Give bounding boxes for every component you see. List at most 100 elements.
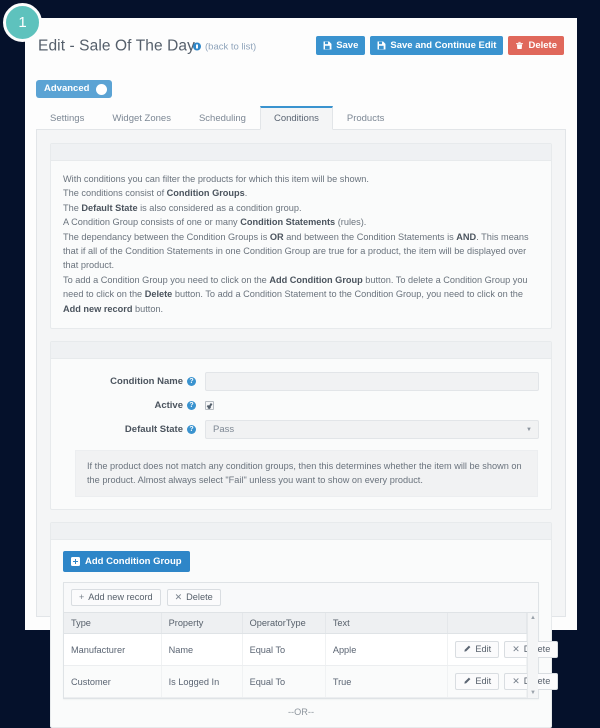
grid-delete-button[interactable]: ✕ Delete: [166, 589, 221, 607]
pencil-icon: [463, 677, 471, 687]
condition-form-panel: Condition Name ? Active ? Default State …: [50, 341, 552, 511]
grid-delete-label: Delete: [186, 591, 213, 602]
tab-products[interactable]: Products: [333, 106, 399, 130]
condition-group-panel-body: Add Condition Group + Add new record ✕ D…: [51, 540, 559, 727]
cell-property: Is Logged In: [161, 665, 243, 699]
cell-type: Customer: [64, 665, 162, 699]
cell-actions: Edit ✕ Delete: [447, 633, 559, 667]
row-edit-label: Edit: [475, 643, 492, 654]
form-row-default-state: Default State ? Pass ▼: [63, 420, 539, 440]
default-state-label: Default State ?: [63, 424, 205, 435]
row-edit-label: Edit: [475, 675, 492, 686]
cell-operatortype: Equal To: [242, 665, 326, 699]
table-row: Customer Is Logged In Equal To True Edit…: [64, 665, 559, 699]
back-to-list-link[interactable]: (back to list): [193, 42, 256, 53]
info-line-6: To add a Condition Group you need to cli…: [63, 274, 528, 314]
tab-bar: Settings Widget Zones Scheduling Conditi…: [36, 106, 566, 130]
scroll-up-icon[interactable]: ▲: [530, 615, 536, 621]
add-condition-group-label: Add Condition Group: [85, 555, 182, 567]
help-icon[interactable]: ?: [187, 425, 196, 435]
page-card: Edit - Sale Of The Day (back to list) Sa…: [25, 18, 577, 728]
tab-settings[interactable]: Settings: [36, 106, 98, 130]
grid-col-property[interactable]: Property: [161, 613, 243, 635]
plus-square-icon: [71, 557, 80, 567]
header-button-group: Save Save and Continue Edit Delete: [316, 36, 564, 55]
help-icon[interactable]: ?: [187, 377, 196, 387]
page-header: Edit - Sale Of The Day (back to list) Sa…: [25, 18, 577, 80]
row-edit-button[interactable]: Edit: [455, 673, 500, 691]
trash-icon: [515, 41, 524, 50]
info-panel-body: With conditions you can filter the produ…: [51, 161, 551, 328]
save-icon: [377, 41, 386, 50]
save-button-label: Save: [336, 39, 359, 51]
cell-actions: Edit ✕ Delete: [447, 665, 559, 699]
delete-button[interactable]: Delete: [508, 36, 564, 55]
chevron-down-icon: ▼: [526, 426, 532, 433]
info-line-1: With conditions you can filter the produ…: [63, 174, 369, 184]
row-edit-button[interactable]: Edit: [455, 641, 500, 659]
condition-group-panel: Add Condition Group + Add new record ✕ D…: [50, 522, 559, 728]
grid-col-text[interactable]: Text: [325, 613, 449, 635]
info-line-5: The dependancy between the Condition Gro…: [63, 231, 529, 271]
tab-conditions[interactable]: Conditions: [259, 106, 333, 130]
tab-label: Products: [346, 113, 385, 124]
advanced-toggle-label: Advanced: [44, 83, 90, 95]
x-icon: ✕: [512, 676, 520, 687]
default-state-value: Pass: [213, 424, 235, 436]
grid-col-actions: [447, 613, 527, 635]
x-icon: ✕: [512, 644, 520, 655]
info-line-4: A Condition Group consists of one or man…: [63, 217, 367, 228]
grid-col-operatortype[interactable]: OperatorType: [242, 613, 326, 635]
back-to-list-label: (back to list): [205, 41, 257, 53]
or-separator: --OR--: [287, 707, 315, 718]
page-title: Edit - Sale Of The Day: [38, 37, 195, 55]
default-state-note: If the product does not match any condit…: [75, 450, 538, 498]
save-button[interactable]: Save: [316, 36, 366, 55]
default-state-note-text: If the product does not match any condit…: [87, 461, 522, 486]
table-row: Manufacturer Name Equal To Apple Edit ✕: [64, 633, 559, 667]
form-panel-body: Condition Name ? Active ? Default State …: [51, 359, 551, 509]
cell-text: True: [325, 665, 449, 699]
info-panel: With conditions you can filter the produ…: [50, 143, 552, 330]
save-and-continue-button-label: Save and Continue Edit: [390, 39, 497, 51]
active-label: Active ?: [63, 400, 205, 411]
add-condition-group-button[interactable]: Add Condition Group: [63, 551, 190, 573]
grid-col-type[interactable]: Type: [64, 613, 162, 635]
back-arrow-icon: [193, 42, 201, 51]
tab-scheduling[interactable]: Scheduling: [185, 106, 260, 130]
condition-group-panel-header: [51, 523, 551, 541]
condition-name-label: Condition Name ?: [63, 376, 205, 387]
add-new-record-button[interactable]: + Add new record: [71, 589, 161, 607]
tab-label: Conditions: [273, 113, 319, 124]
help-icon[interactable]: ?: [187, 401, 196, 411]
plus-icon: +: [79, 592, 85, 603]
grid-table: Type Property OperatorType Text Manufact…: [64, 613, 559, 699]
step-badge: 1: [3, 3, 42, 42]
default-state-select[interactable]: Pass ▼: [205, 420, 539, 440]
save-icon: [323, 41, 332, 50]
tab-widget-zones[interactable]: Widget Zones: [98, 106, 185, 130]
tab-label: Settings: [50, 113, 85, 124]
save-and-continue-button[interactable]: Save and Continue Edit: [370, 36, 504, 55]
grid-vertical-scrollbar[interactable]: ▲ ▼: [527, 613, 538, 699]
delete-button-label: Delete: [528, 39, 557, 51]
toggle-knob[interactable]: [96, 83, 108, 95]
condition-name-input[interactable]: [205, 372, 539, 392]
tab-panel-conditions: With conditions you can filter the produ…: [36, 130, 566, 728]
cell-text: Apple: [325, 633, 449, 667]
info-panel-header: [51, 144, 551, 161]
tab-label: Widget Zones: [112, 113, 171, 124]
x-icon: ✕: [174, 592, 183, 603]
tab-label: Scheduling: [198, 113, 246, 124]
screenshot-root: Edit - Sale Of The Day (back to list) Sa…: [0, 0, 600, 728]
advanced-toggle[interactable]: Advanced: [36, 80, 113, 98]
scroll-down-icon[interactable]: ▼: [530, 690, 536, 696]
info-line-3: The Default State is also considered as …: [63, 202, 302, 213]
cell-type: Manufacturer: [64, 633, 162, 667]
condition-statements-grid: + Add new record ✕ Delete Type Property …: [63, 582, 559, 700]
form-row-condition-name: Condition Name ?: [63, 372, 539, 392]
form-panel-header: [51, 342, 551, 360]
pencil-icon: [463, 645, 471, 655]
cell-property: Name: [161, 633, 243, 667]
active-checkbox[interactable]: [205, 401, 214, 411]
